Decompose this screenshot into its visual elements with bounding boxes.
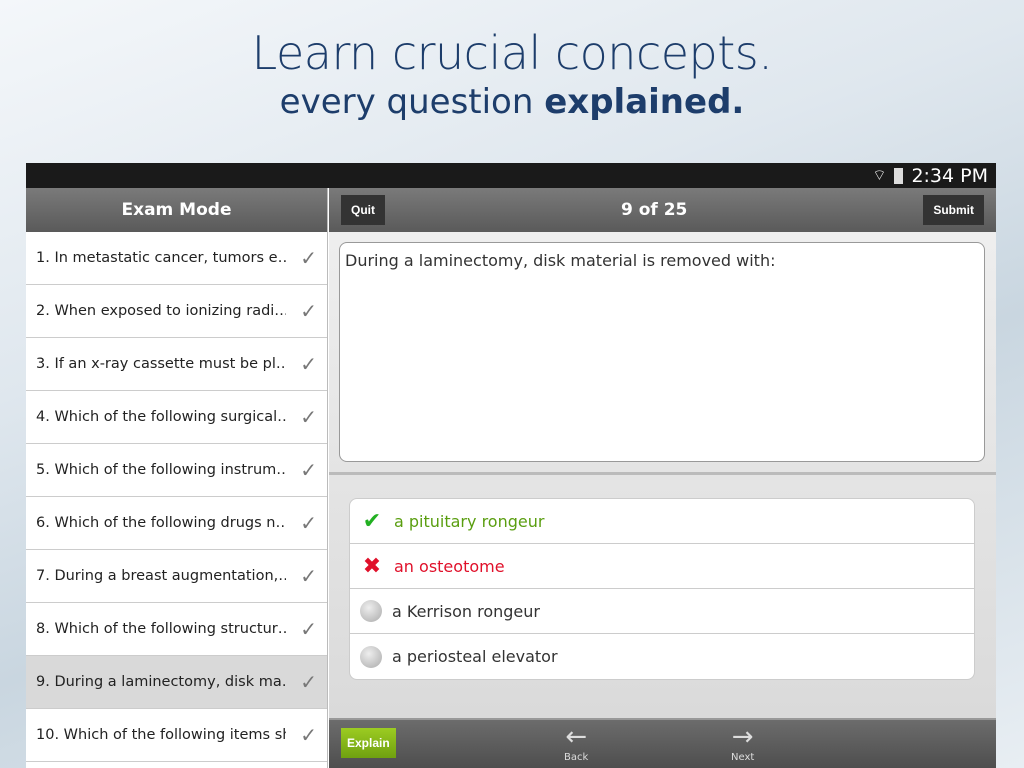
answer-option[interactable]: ✔ a pituitary rongeur xyxy=(350,499,974,544)
question-list-label: 10. Which of the following items shoul… xyxy=(36,727,286,743)
next-label: Next xyxy=(731,752,755,763)
answer-option[interactable]: a Kerrison rongeur xyxy=(350,589,974,634)
quit-button[interactable]: Quit xyxy=(341,195,385,225)
radio-icon xyxy=(360,645,382,668)
answer-text: an osteotome xyxy=(394,556,505,576)
question-list-label: 5. Which of the following instrum… xyxy=(36,462,286,478)
back-button[interactable]: ← Back xyxy=(564,722,588,763)
x-icon: ✖ xyxy=(362,553,382,579)
answer-option[interactable]: a periosteal elevator xyxy=(350,634,974,679)
status-bar: ⌔ 2:34 PM xyxy=(26,163,996,188)
question-progress: 9 of 25 xyxy=(620,200,688,220)
checkmark-icon: ✓ xyxy=(300,458,317,482)
explain-button[interactable]: Explain xyxy=(341,728,396,758)
checkmark-icon: ✓ xyxy=(300,511,317,535)
question-list-item[interactable]: 7. During a breast augmentation,… ✓ xyxy=(26,550,327,603)
sidebar-title: Exam Mode xyxy=(26,188,327,232)
answer-list: ✔ a pituitary rongeur ✖ an osteotome a Kerri… xyxy=(349,498,975,680)
answer-option[interactable]: ✖ an osteotome xyxy=(350,544,974,589)
answer-text: a periosteal elevator xyxy=(392,647,558,666)
check-icon: ✔ xyxy=(362,508,382,534)
arrow-right-icon: → xyxy=(731,722,754,752)
answer-text: a Kerrison rongeur xyxy=(392,601,540,621)
checkmark-icon: ✓ xyxy=(300,564,317,588)
wifi-icon: ⌔ xyxy=(872,166,887,184)
battery-icon xyxy=(894,167,904,184)
checkmark-icon: ✓ xyxy=(300,723,317,747)
question-list-panel: Exam Mode 1. In metastatic cancer, tumor… xyxy=(26,188,328,768)
checkmark-icon: ✓ xyxy=(300,299,317,323)
question-panel: Quit 9 of 25 Submit During a laminectomy… xyxy=(329,188,996,768)
checkmark-icon: ✓ xyxy=(300,246,317,270)
question-list-label: 1. In metastatic cancer, tumors e… xyxy=(36,250,286,266)
bottom-bar: Explain ← Back → Next xyxy=(329,718,996,768)
checkmark-icon: ✓ xyxy=(300,617,317,641)
question-list-item[interactable]: 9. During a laminectomy, disk ma… ✓ xyxy=(26,656,327,709)
question-list-item[interactable]: 6. Which of the following drugs n… ✓ xyxy=(26,497,327,550)
headline-prefix: every question xyxy=(279,82,545,122)
submit-button[interactable]: Submit xyxy=(923,195,984,225)
next-button[interactable]: → Next xyxy=(731,722,754,763)
divider xyxy=(329,472,996,475)
radio-icon xyxy=(360,600,382,622)
question-header: Quit 9 of 25 Submit xyxy=(329,188,996,232)
back-label: Back xyxy=(564,752,589,763)
question-list-label: 8. Which of the following structur… xyxy=(36,621,286,637)
arrow-left-icon: ← xyxy=(565,722,588,752)
question-list-label: 7. During a breast augmentation,… xyxy=(36,568,286,584)
question-text: During a laminectomy, disk material is r… xyxy=(339,242,985,462)
question-list-item[interactable]: 2. When exposed to ionizing radi… ✓ xyxy=(26,285,327,338)
question-list-label: 6. Which of the following drugs n… xyxy=(36,515,286,531)
question-list-item[interactable]: 10. Which of the following items shoul… ✓ xyxy=(26,709,327,762)
question-list-item[interactable]: 8. Which of the following structur… ✓ xyxy=(26,603,327,656)
checkmark-icon: ✓ xyxy=(300,405,317,429)
checkmark-icon: ✓ xyxy=(300,670,317,694)
question-list-label: 2. When exposed to ionizing radi… xyxy=(36,303,286,319)
clock: 2:34 PM xyxy=(911,164,988,187)
headline-bold: explained. xyxy=(544,82,745,122)
question-list-label: 3. If an x-ray cassette must be pl… xyxy=(36,356,286,372)
question-list-label: 9. During a laminectomy, disk ma… xyxy=(36,674,286,690)
tablet-screen: ⌔ 2:34 PM Exam Mode 1. In metastatic can… xyxy=(26,163,996,768)
checkmark-icon: ✓ xyxy=(300,352,317,376)
question-list-item[interactable]: 1. In metastatic cancer, tumors e… ✓ xyxy=(26,232,327,285)
answer-text: a pituitary rongeur xyxy=(394,511,545,531)
headline-line2: every question explained. xyxy=(0,82,1024,122)
question-list-item[interactable]: 3. If an x-ray cassette must be pl… ✓ xyxy=(26,338,327,391)
promo-headline: Learn crucial concepts. every question e… xyxy=(0,26,1024,122)
question-list-item[interactable]: 4. Which of the following surgical… ✓ xyxy=(26,391,327,444)
question-list-item[interactable]: 5. Which of the following instrum… ✓ xyxy=(26,444,327,497)
headline-line1: Learn crucial concepts. xyxy=(251,26,773,80)
question-list-label: 4. Which of the following surgical… xyxy=(36,409,286,425)
